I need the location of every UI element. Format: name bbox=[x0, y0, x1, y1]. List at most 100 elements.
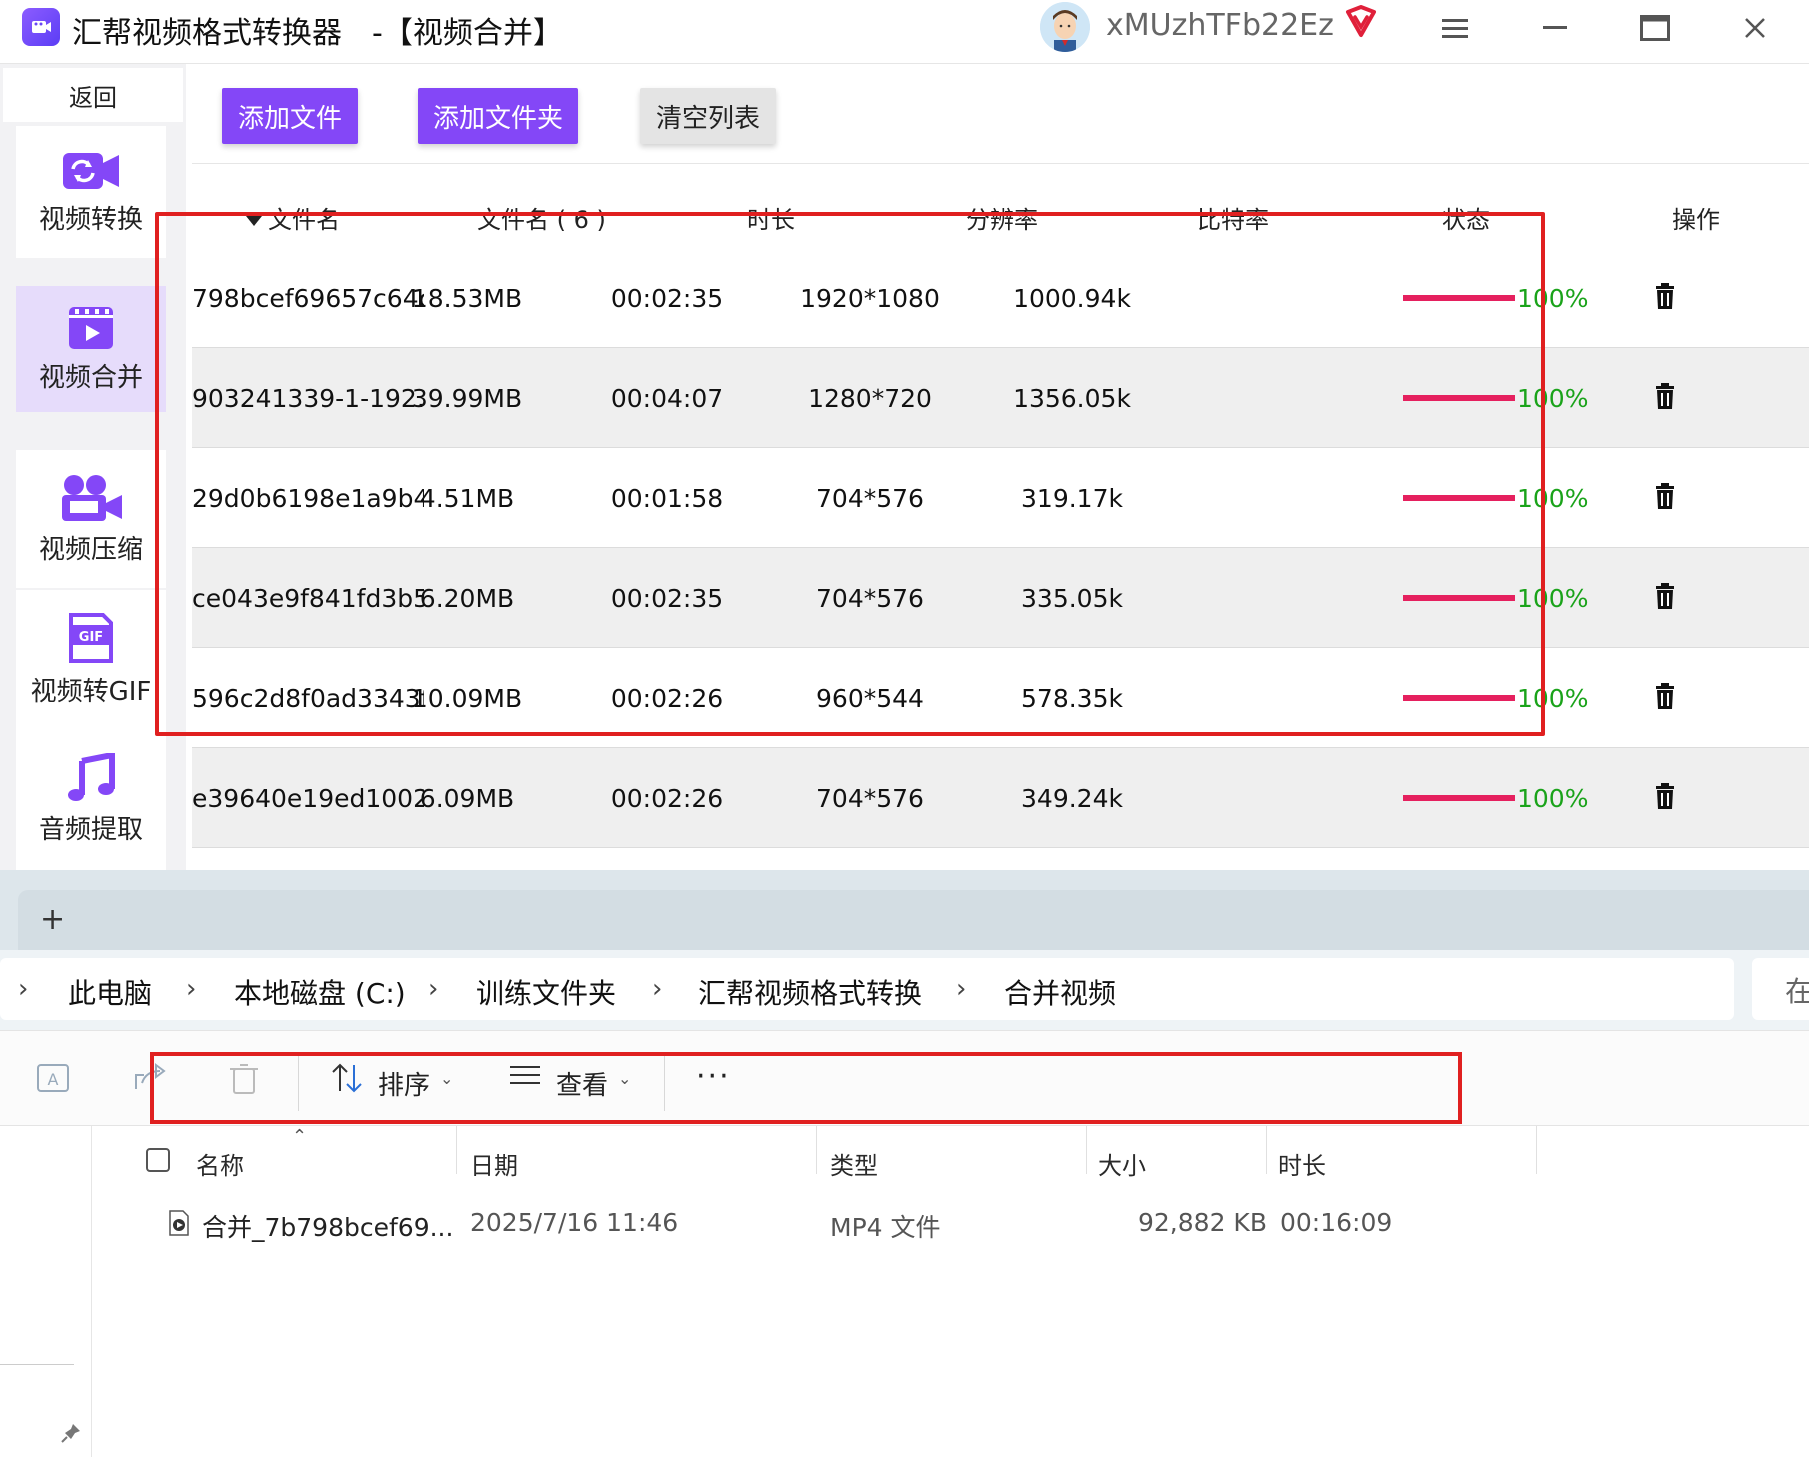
chevron-right-icon[interactable]: › bbox=[428, 974, 438, 1004]
file-type: MP4 文件 bbox=[830, 1213, 941, 1242]
row-size: 6.09MB bbox=[419, 783, 515, 813]
view-icon[interactable] bbox=[508, 1061, 542, 1091]
pin-icon[interactable] bbox=[60, 1422, 82, 1444]
chevron-right-icon[interactable]: › bbox=[652, 974, 662, 1004]
sidebar-item-video-gif[interactable]: GIF 视频转GIF bbox=[16, 590, 166, 728]
command-bar: A 排序 ⌄ 查看 ⌄ ··· bbox=[0, 1030, 1809, 1126]
column-duration[interactable]: 时长 bbox=[1278, 1146, 1326, 1181]
row-resolution: 704*576 bbox=[816, 583, 924, 613]
explorer-tab[interactable] bbox=[18, 890, 1809, 950]
trash-icon[interactable] bbox=[1654, 382, 1676, 414]
column-header-bitrate[interactable]: 比特率 bbox=[1197, 200, 1269, 235]
delete-icon[interactable] bbox=[228, 1061, 260, 1095]
sidebar-item-label: 视频压缩 bbox=[38, 534, 143, 565]
search-placeholder: 在 bbox=[1785, 975, 1809, 1008]
minimize-icon[interactable] bbox=[1530, 6, 1580, 50]
back-button[interactable]: 返回 bbox=[3, 68, 183, 122]
column-header-size[interactable]: 文件名 ( 6 ) bbox=[477, 200, 606, 235]
add-folder-button[interactable]: 添加文件夹 bbox=[418, 88, 578, 144]
row-duration: 00:02:35 bbox=[610, 283, 724, 313]
share-icon[interactable] bbox=[132, 1061, 166, 1095]
add-file-button[interactable]: 添加文件 bbox=[222, 88, 358, 144]
breadcrumb-this-pc[interactable]: 此电脑 bbox=[68, 972, 152, 1012]
more-options-button[interactable]: ··· bbox=[696, 1059, 731, 1094]
main-panel: 添加文件 添加文件夹 清空列表 文件名 文件名 ( 6 ) 时长 分辨率 比特率… bbox=[192, 64, 1809, 870]
chevron-right-icon[interactable]: › bbox=[956, 974, 966, 1004]
select-all-checkbox[interactable] bbox=[146, 1148, 170, 1172]
row-size: 18.53MB bbox=[411, 283, 523, 313]
title-bar: 汇帮视频格式转换器 -【视频合并】 xMUzhTFb22Ez bbox=[0, 0, 1809, 64]
clear-list-button[interactable]: 清空列表 bbox=[640, 88, 776, 144]
table-row[interactable]: ce043e9f841fd3b5736.20MB 00:02:35 704*576 3… bbox=[192, 548, 1809, 648]
column-type[interactable]: 类型 bbox=[830, 1146, 878, 1181]
address-bar-area: › 此电脑 › 本地磁盘 (C:) › 训练文件夹 › 汇帮视频格式转换 › 合… bbox=[0, 950, 1809, 1030]
breadcrumb-local-disk[interactable]: 本地磁盘 (C:) bbox=[234, 972, 406, 1012]
close-icon[interactable] bbox=[1730, 6, 1780, 50]
column-size[interactable]: 大小 bbox=[1098, 1146, 1146, 1181]
sidebar-item-video-convert[interactable]: 视频转换 bbox=[16, 126, 166, 258]
sort-button[interactable]: 排序 bbox=[378, 1065, 430, 1102]
trash-icon[interactable] bbox=[1654, 482, 1676, 514]
column-divider[interactable] bbox=[456, 1126, 457, 1174]
column-header-resolution[interactable]: 分辨率 bbox=[966, 200, 1038, 235]
row-resolution: 704*576 bbox=[816, 483, 924, 513]
video-compress-icon bbox=[62, 474, 122, 521]
row-status: 100% bbox=[1517, 383, 1589, 413]
video-file-icon bbox=[169, 1210, 189, 1236]
user-avatar[interactable] bbox=[1040, 2, 1090, 52]
column-divider[interactable] bbox=[1266, 1126, 1267, 1174]
navigation-pane bbox=[0, 1126, 92, 1457]
row-filename: 903241339-1-192.m bbox=[192, 383, 424, 413]
breadcrumb-merged-video[interactable]: 合并视频 bbox=[1004, 972, 1116, 1012]
column-divider[interactable] bbox=[1086, 1126, 1087, 1174]
sort-desc-icon bbox=[246, 216, 262, 226]
menu-icon[interactable] bbox=[1430, 6, 1480, 50]
column-divider[interactable] bbox=[816, 1126, 817, 1174]
chevron-down-icon[interactable]: ⌄ bbox=[618, 1069, 631, 1088]
explorer-tab-bar: + bbox=[0, 870, 1809, 950]
username-label[interactable]: xMUzhTFb22Ez bbox=[1106, 8, 1334, 43]
column-date[interactable]: 日期 bbox=[470, 1146, 518, 1181]
table-row[interactable]: 596c2d8f0ad3343f4610.09MB 00:02:26 960*544… bbox=[192, 648, 1809, 748]
trash-icon[interactable] bbox=[1654, 782, 1676, 814]
chevron-right-icon[interactable]: › bbox=[18, 974, 28, 1004]
file-date: 2025/7/16 11:46 bbox=[470, 1208, 679, 1237]
sidebar-item-video-compress[interactable]: 视频压缩 bbox=[16, 450, 166, 588]
trash-icon[interactable] bbox=[1654, 582, 1676, 614]
vip-badge-icon[interactable] bbox=[1344, 4, 1378, 42]
file-name[interactable]: 合并_7b798bcef69... bbox=[202, 1208, 453, 1244]
table-row[interactable]: 903241339-1-192.m 39.99MB 00:04:07 1280*720… bbox=[192, 348, 1809, 448]
view-button[interactable]: 查看 bbox=[556, 1065, 608, 1102]
row-filename: e39640e19ed1002a2 bbox=[192, 783, 424, 813]
trash-icon[interactable] bbox=[1654, 282, 1676, 314]
maximize-icon[interactable] bbox=[1630, 6, 1680, 50]
row-duration: 00:02:26 bbox=[610, 783, 724, 813]
row-filename: 596c2d8f0ad3343f46 bbox=[192, 683, 424, 713]
chevron-right-icon[interactable]: › bbox=[186, 974, 196, 1004]
row-resolution: 1920*1080 bbox=[800, 283, 940, 313]
column-divider[interactable] bbox=[1536, 1126, 1537, 1174]
row-status: 100% bbox=[1517, 683, 1589, 713]
progress-bar bbox=[1403, 395, 1515, 401]
breadcrumb-training-folder[interactable]: 训练文件夹 bbox=[476, 972, 616, 1012]
table-row[interactable]: e39640e19ed1002a26.09MB 00:02:26 704*576 34… bbox=[192, 748, 1809, 848]
row-status: 100% bbox=[1517, 783, 1589, 813]
rename-icon[interactable]: A bbox=[36, 1061, 70, 1095]
row-bitrate: 319.17k bbox=[1021, 483, 1123, 513]
table-row[interactable]: 798bcef69657c64c2418.53MB 00:02:35 1920*10… bbox=[192, 248, 1809, 348]
breadcrumb-converter-folder[interactable]: 汇帮视频格式转换 bbox=[698, 972, 922, 1012]
column-name[interactable]: 名称 bbox=[196, 1146, 244, 1181]
sidebar-item-video-merge[interactable]: 视频合并 bbox=[16, 286, 166, 412]
nav-divider bbox=[0, 1364, 74, 1365]
new-tab-button[interactable]: + bbox=[40, 902, 65, 937]
column-header-filename[interactable]: 文件名 bbox=[246, 200, 340, 235]
row-filename: 798bcef69657c64c24 bbox=[192, 283, 424, 313]
chevron-down-icon[interactable]: ⌄ bbox=[440, 1069, 453, 1088]
sidebar-item-audio-extract[interactable]: 音频提取 bbox=[16, 728, 166, 870]
progress-bar bbox=[1403, 595, 1515, 601]
sidebar-item-label: 视频转换 bbox=[38, 204, 143, 235]
sort-icon[interactable] bbox=[330, 1061, 364, 1095]
table-row[interactable]: 29d0b6198e1a9b44.4.51MB 00:01:58 704*576 31… bbox=[192, 448, 1809, 548]
column-header-duration[interactable]: 时长 bbox=[747, 200, 795, 235]
trash-icon[interactable] bbox=[1654, 682, 1676, 714]
